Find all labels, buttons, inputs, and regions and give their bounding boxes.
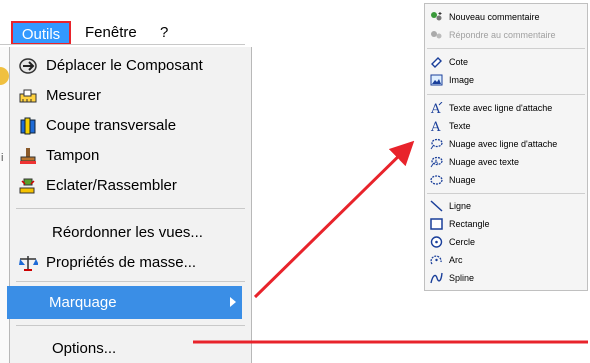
- annotation-overlay: [193, 140, 588, 344]
- annotation-arrow: [253, 140, 415, 299]
